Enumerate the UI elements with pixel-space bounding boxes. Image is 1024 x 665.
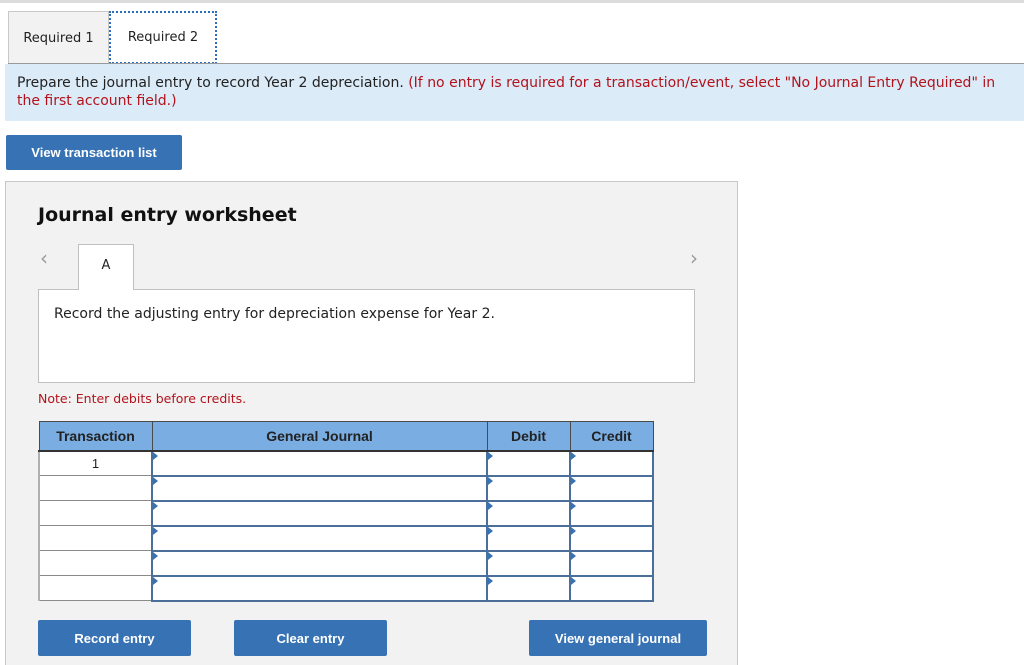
debit-input[interactable] bbox=[486, 574, 571, 602]
account-select[interactable] bbox=[151, 499, 488, 527]
table-row bbox=[38, 574, 654, 602]
debits-before-credits-note: Note: Enter debits before credits. bbox=[38, 391, 247, 406]
record-entry-button[interactable]: Record entry bbox=[38, 620, 191, 656]
instruction-banner: Prepare the journal entry to record Year… bbox=[5, 64, 1024, 121]
transaction-cell: 1 bbox=[38, 450, 153, 476]
account-select[interactable] bbox=[151, 474, 488, 502]
worksheet-title: Journal entry worksheet bbox=[38, 204, 297, 226]
journal-entry-worksheet-panel: Journal entry worksheet ‹ A › Record the… bbox=[5, 181, 738, 665]
header-transaction: Transaction bbox=[38, 421, 153, 452]
debit-input[interactable] bbox=[486, 524, 571, 552]
transaction-cell bbox=[38, 475, 153, 501]
journal-table: Transaction General Journal Debit Credit… bbox=[38, 421, 654, 602]
table-row bbox=[38, 499, 654, 527]
requirement-tabs: Required 1 Required 2 bbox=[8, 11, 217, 64]
header-general-journal: General Journal bbox=[151, 421, 488, 452]
credit-input[interactable] bbox=[569, 574, 654, 602]
table-row bbox=[38, 474, 654, 502]
transaction-cell bbox=[38, 525, 153, 551]
table-row: 1 bbox=[38, 449, 654, 477]
debit-input[interactable] bbox=[486, 474, 571, 502]
chevron-left-icon[interactable]: ‹ bbox=[40, 246, 48, 270]
credit-input[interactable] bbox=[569, 449, 654, 477]
credit-input[interactable] bbox=[569, 499, 654, 527]
instruction-text: Prepare the journal entry to record Year… bbox=[17, 75, 404, 91]
account-select[interactable] bbox=[151, 449, 488, 477]
credit-input[interactable] bbox=[569, 549, 654, 577]
credit-input[interactable] bbox=[569, 474, 654, 502]
clear-entry-button[interactable]: Clear entry bbox=[234, 620, 387, 656]
transaction-cell bbox=[38, 550, 153, 576]
journal-header-row: Transaction General Journal Debit Credit bbox=[38, 421, 654, 452]
header-debit: Debit bbox=[486, 421, 571, 452]
debit-input[interactable] bbox=[486, 549, 571, 577]
transaction-cell bbox=[38, 575, 153, 601]
tab-required-1[interactable]: Required 1 bbox=[8, 11, 109, 64]
entry-tab-a[interactable]: A bbox=[78, 244, 134, 290]
view-general-journal-button[interactable]: View general journal bbox=[529, 620, 707, 656]
header-credit: Credit bbox=[569, 421, 654, 452]
debit-input[interactable] bbox=[486, 499, 571, 527]
table-row bbox=[38, 549, 654, 577]
account-select[interactable] bbox=[151, 549, 488, 577]
view-transaction-list-button[interactable]: View transaction list bbox=[6, 135, 182, 170]
tab-required-2[interactable]: Required 2 bbox=[109, 11, 217, 64]
account-select[interactable] bbox=[151, 574, 488, 602]
top-strip bbox=[0, 0, 1024, 3]
entry-description-text: Record the adjusting entry for depreciat… bbox=[54, 306, 495, 322]
transaction-cell bbox=[38, 500, 153, 526]
debit-input[interactable] bbox=[486, 449, 571, 477]
account-select[interactable] bbox=[151, 524, 488, 552]
chevron-right-icon[interactable]: › bbox=[690, 246, 698, 270]
table-row bbox=[38, 524, 654, 552]
entry-description: Record the adjusting entry for depreciat… bbox=[38, 289, 695, 383]
credit-input[interactable] bbox=[569, 524, 654, 552]
